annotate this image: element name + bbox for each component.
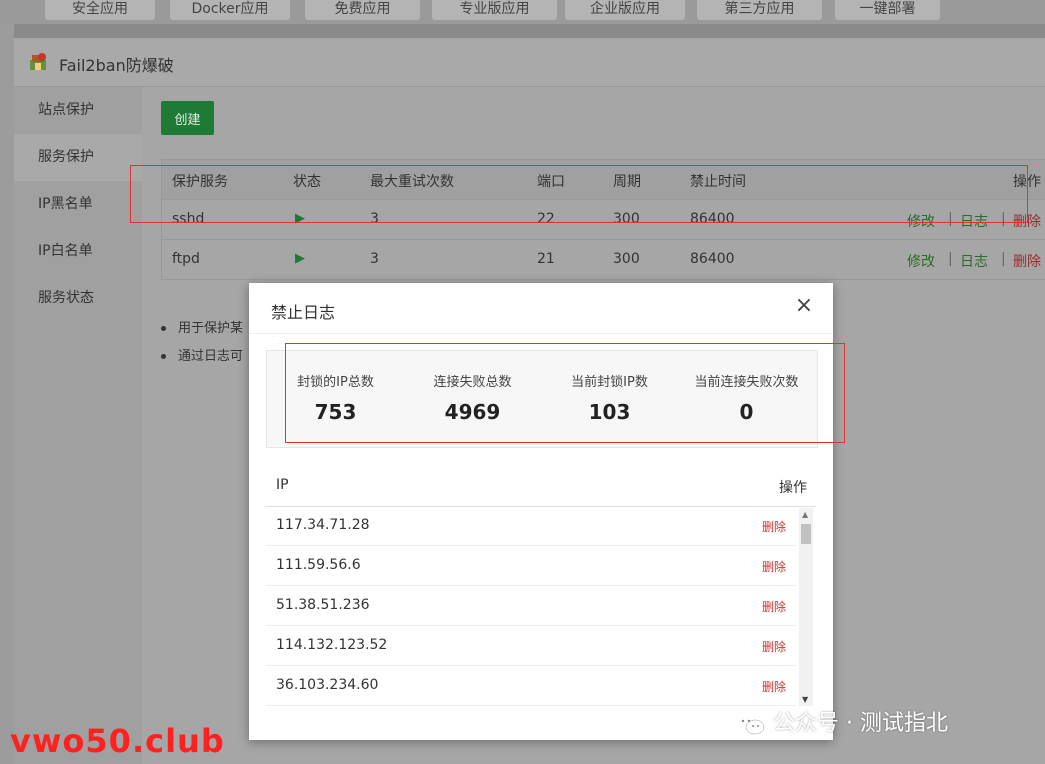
- dialog-header: 禁止日志 ×: [249, 283, 833, 334]
- ip-address: 111.59.56.6: [276, 557, 361, 573]
- help-note: 用于保护某: [178, 321, 244, 336]
- sidebar-item-ip-whitelist[interactable]: IP白名单: [14, 228, 142, 275]
- port: 21: [537, 251, 555, 267]
- ban-time: 86400: [690, 251, 735, 267]
- window-titlebar: Fail2ban防爆破: [14, 38, 1045, 87]
- bullet-icon: [161, 326, 166, 331]
- ip-address: 117.34.71.28: [276, 517, 370, 533]
- delete-ip-button[interactable]: 删除: [762, 638, 786, 655]
- scroll-up-icon[interactable]: ▲: [802, 510, 808, 519]
- tab-pro-apps[interactable]: 专业版应用: [432, 0, 557, 20]
- tab-free-apps[interactable]: 免费应用: [305, 0, 420, 20]
- col-header-ip: IP: [276, 477, 289, 493]
- table-row: ftpd ▶ 3 21 300 86400 修改 | 日志 | 删除: [162, 240, 1045, 279]
- background-page-edge: [0, 24, 14, 764]
- ip-address: 114.132.123.52: [276, 637, 388, 653]
- max-retries: 3: [370, 251, 379, 267]
- col-header-action: 操作: [779, 480, 807, 496]
- fail2ban-logo-icon: [30, 53, 46, 70]
- tab-third-party-apps[interactable]: 第三方应用: [697, 0, 822, 20]
- close-icon[interactable]: ×: [793, 295, 815, 317]
- tab-one-click-deploy[interactable]: 一键部署: [835, 0, 940, 20]
- app-tabs-bar: 安全应用 Docker应用 免费应用 专业版应用 企业版应用 第三方应用 一键部…: [0, 0, 1045, 24]
- play-icon[interactable]: ▶: [295, 251, 305, 266]
- sidebar-item-site-protection[interactable]: 站点保护: [14, 87, 142, 134]
- action-separator: |: [1001, 251, 1006, 267]
- tab-docker-apps[interactable]: Docker应用: [170, 0, 290, 20]
- table-row: 36.103.234.60 删除: [266, 666, 796, 706]
- delete-ip-button[interactable]: 删除: [762, 558, 786, 575]
- watermark-site: vwo50.club: [10, 722, 225, 760]
- window-title: Fail2ban防爆破: [59, 56, 174, 75]
- log-link[interactable]: 日志: [960, 251, 988, 271]
- period: 300: [613, 251, 640, 267]
- table-row: 117.34.71.28 删除: [266, 506, 796, 546]
- tab-security-apps[interactable]: 安全应用: [45, 0, 155, 20]
- delete-ip-button[interactable]: 删除: [762, 678, 786, 695]
- create-button[interactable]: 创建: [161, 101, 214, 135]
- edit-link[interactable]: 修改: [907, 251, 935, 271]
- service-name: ftpd: [172, 251, 200, 267]
- sidebar-item-service-status[interactable]: 服务状态: [14, 275, 142, 322]
- sidebar-item-ip-blacklist[interactable]: IP黑名单: [14, 181, 142, 228]
- scrollbar-thumb[interactable]: [801, 524, 811, 544]
- sidebar-item-service-protection[interactable]: 服务保护: [14, 134, 142, 181]
- table-row: 51.38.51.236 删除: [266, 586, 796, 626]
- help-note: 通过日志可: [178, 349, 244, 364]
- delete-ip-button[interactable]: 删除: [762, 598, 786, 615]
- ip-address: 51.38.51.236: [276, 597, 370, 613]
- highlight-box-sshd: [130, 165, 1028, 223]
- tab-enterprise-apps[interactable]: 企业版应用: [565, 0, 685, 20]
- scroll-down-icon[interactable]: ▼: [802, 695, 808, 704]
- bullet-icon: [161, 354, 166, 359]
- action-separator: |: [948, 251, 953, 267]
- table-row: 111.59.56.6 删除: [266, 546, 796, 586]
- wechat-icon: [736, 714, 765, 735]
- table-row: 114.132.123.52 删除: [266, 626, 796, 666]
- ip-list-scrollbar[interactable]: ▲ ▼: [799, 508, 813, 706]
- ip-list[interactable]: 117.34.71.28 删除 111.59.56.6 删除 51.38.51.…: [266, 506, 796, 706]
- watermark-text: 公众号 · 测试指北: [773, 711, 948, 736]
- watermark-wechat: 公众号 · 测试指北: [735, 705, 948, 737]
- ip-address: 36.103.234.60: [276, 677, 379, 693]
- delete-link[interactable]: 删除: [1013, 251, 1041, 271]
- help-notes: 用于保护某 通过日志可: [161, 317, 243, 373]
- dialog-title: 禁止日志: [271, 303, 336, 322]
- sidebar: 站点保护 服务保护 IP黑名单 IP白名单 服务状态: [14, 87, 142, 764]
- delete-ip-button[interactable]: 删除: [762, 518, 786, 535]
- highlight-box-stats: [285, 343, 845, 443]
- ip-table-header: IP 操作: [266, 466, 816, 507]
